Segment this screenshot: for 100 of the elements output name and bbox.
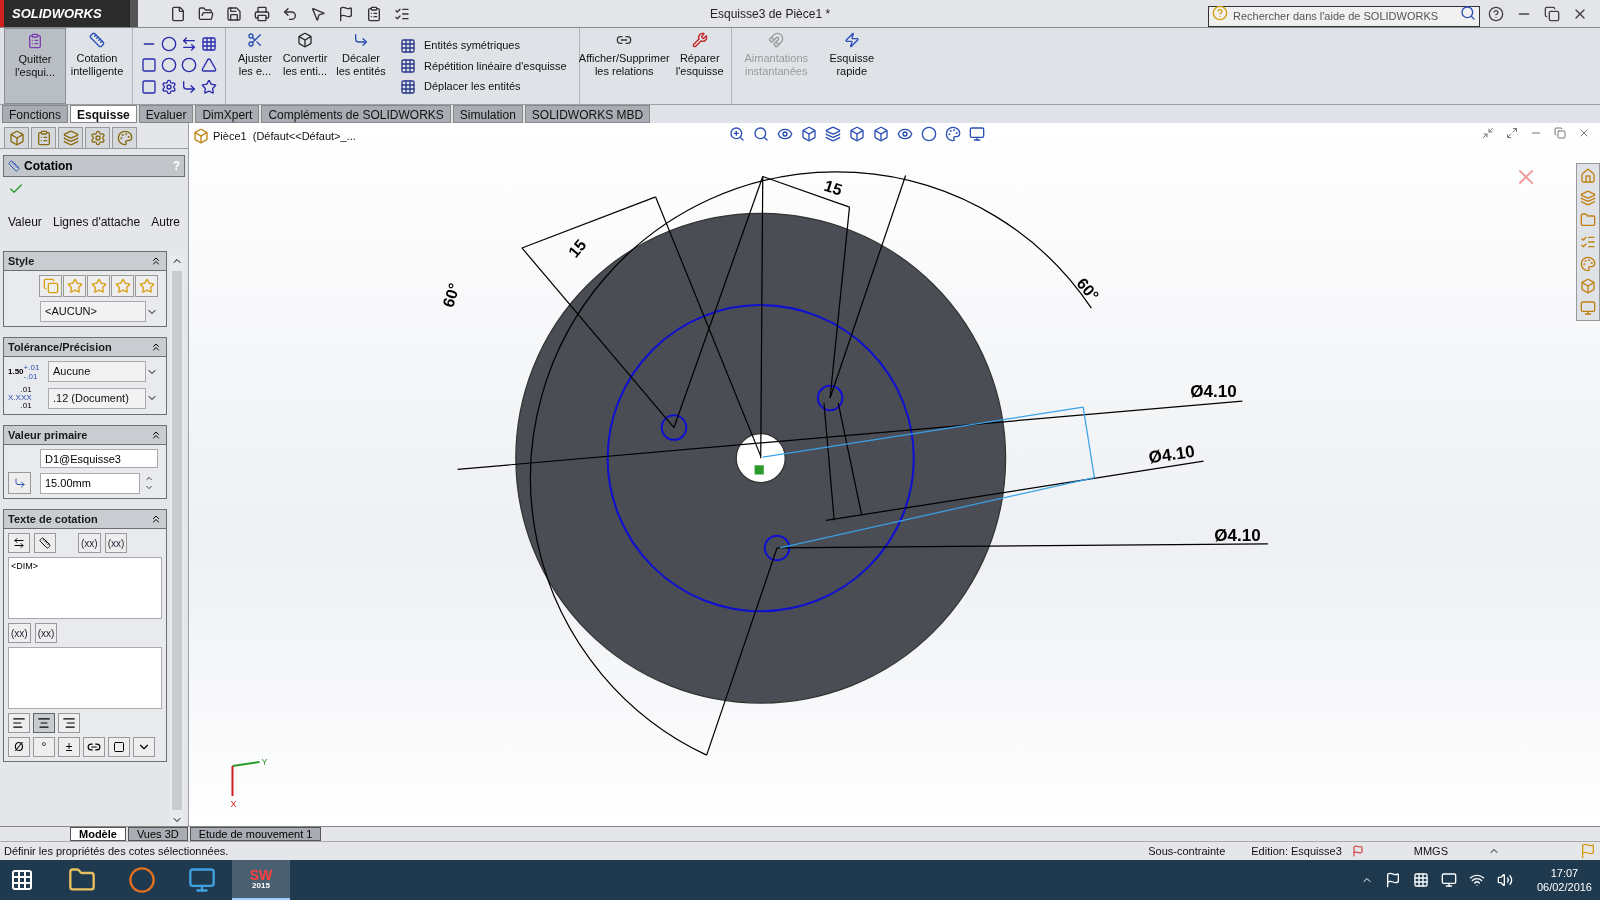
sketch-tool-icon[interactable] xyxy=(181,78,197,95)
command-tab[interactable]: Simulation xyxy=(452,105,523,123)
symbol-button[interactable]: ° xyxy=(33,737,55,757)
format-button[interactable]: (xx) xyxy=(8,623,31,643)
sketch-tool-icon[interactable] xyxy=(201,57,217,74)
panel-subtab[interactable]: Lignes d'attache xyxy=(53,213,141,231)
sketch-tool-icon[interactable] xyxy=(201,78,217,95)
view-tool-icon[interactable] xyxy=(753,126,769,142)
signal-icon[interactable] xyxy=(1468,872,1485,888)
toolbar-grip[interactable] xyxy=(130,0,138,27)
format-button[interactable]: (xx) xyxy=(78,533,101,553)
task-pane-icon[interactable] xyxy=(1580,234,1596,250)
quick-access-icon[interactable] xyxy=(338,5,354,22)
ribbon-command[interactable]: Convertir les enti... xyxy=(280,28,330,104)
task-pane-icon[interactable] xyxy=(1580,256,1596,272)
command-tab[interactable]: Compléments de SOLIDWORKS xyxy=(261,105,451,123)
model-tab[interactable]: Etude de mouvement 1 xyxy=(189,827,322,841)
part-icon[interactable] xyxy=(193,128,209,145)
tray-icon[interactable] xyxy=(1412,872,1429,888)
collapse-icon[interactable] xyxy=(150,341,162,353)
search-icon[interactable] xyxy=(1460,5,1476,21)
split-view-icon[interactable] xyxy=(1506,127,1518,139)
arrow-icon[interactable] xyxy=(13,477,26,489)
tray-icon[interactable] xyxy=(1440,872,1457,888)
ribbon-command[interactable]: Entités symétriques xyxy=(400,37,567,54)
linear-dimension[interactable]: 15 xyxy=(822,176,845,199)
close-icon[interactable] xyxy=(1578,127,1590,139)
sketch-tool-icon[interactable] xyxy=(181,36,197,52)
command-icon[interactable] xyxy=(297,32,313,48)
ribbon-command[interactable]: Déplacer les entités xyxy=(400,78,567,95)
panel-subtab[interactable]: Valeur xyxy=(8,213,42,231)
centerline-icon[interactable] xyxy=(83,737,105,757)
ribbon-command[interactable]: Répétition linéaire d'esquisse xyxy=(400,57,567,75)
ribbon-command[interactable]: Ajuster les e... xyxy=(230,28,280,104)
help-search-field[interactable]: Rechercher dans l'aide de SOLIDWORKS xyxy=(1208,5,1480,27)
collapse-icon[interactable] xyxy=(150,513,162,525)
quick-access-icon[interactable] xyxy=(198,5,214,22)
volume-icon[interactable] xyxy=(1496,872,1513,888)
command-icon[interactable] xyxy=(89,32,105,48)
format-button[interactable]: (xx) xyxy=(104,533,128,553)
split-view-icon[interactable] xyxy=(1482,127,1494,139)
symbol-button[interactable]: ± xyxy=(58,737,80,757)
collapse-icon[interactable] xyxy=(150,429,162,441)
spin-down-icon[interactable] xyxy=(143,483,155,492)
text-angle-icon[interactable] xyxy=(34,533,56,553)
align-left-icon[interactable] xyxy=(8,713,30,733)
quick-access-icon[interactable] xyxy=(170,5,186,22)
align-right-icon[interactable] xyxy=(58,713,80,733)
sketch-tool-icon[interactable] xyxy=(141,78,157,95)
quick-access-icon[interactable] xyxy=(310,5,326,22)
command-tab[interactable]: DimXpert xyxy=(195,105,260,123)
ribbon-command[interactable]: Quitter l'esqui... xyxy=(4,28,66,104)
flag-icon[interactable] xyxy=(1384,872,1401,888)
command-icon[interactable] xyxy=(247,32,263,48)
ribbon-command[interactable]: Afficher/Supprimer les relations xyxy=(578,28,669,104)
ribbon-command[interactable]: Réparer l'esquisse xyxy=(668,28,731,104)
more-symbols-icon[interactable] xyxy=(133,737,155,757)
restore-icon[interactable] xyxy=(1544,5,1560,22)
format-button[interactable]: (xx) xyxy=(34,623,58,643)
view-tool-icon[interactable] xyxy=(969,126,985,142)
model-tab[interactable]: Vues 3D xyxy=(127,827,188,841)
command-tab[interactable]: SOLIDWORKS MBD xyxy=(524,105,651,123)
spin-up-icon[interactable] xyxy=(143,474,155,483)
view-tool-icon[interactable] xyxy=(897,126,913,142)
sketch-tool-icon[interactable] xyxy=(201,36,217,52)
command-icon[interactable] xyxy=(843,32,860,48)
command-icon[interactable] xyxy=(400,78,416,95)
view-tool-icon[interactable] xyxy=(801,126,817,142)
ribbon-command[interactable]: Esquisse rapide xyxy=(820,28,883,104)
sketch-tool-icon[interactable] xyxy=(141,57,157,74)
view-tool-icon[interactable] xyxy=(921,126,937,142)
angle-dimension[interactable]: 60° xyxy=(439,281,464,310)
symbol-button[interactable]: Ø xyxy=(8,737,30,757)
task-pane-icon[interactable] xyxy=(1580,190,1596,206)
linear-dimension[interactable]: 15 xyxy=(565,236,590,261)
sketch-tool-icon[interactable] xyxy=(181,57,197,74)
rebuild-icon[interactable] xyxy=(1351,845,1364,857)
quick-access-icon[interactable] xyxy=(254,5,270,22)
panel-subtab[interactable]: Autre xyxy=(151,213,180,231)
text-position-icon[interactable] xyxy=(8,533,30,553)
command-tab[interactable]: Fonctions xyxy=(2,105,69,123)
command-icon[interactable] xyxy=(400,37,416,54)
feature-tree-item[interactable]: Pièce1 (Défaut<<Défaut>_... xyxy=(213,128,356,145)
scrollbar-thumb[interactable] xyxy=(172,271,182,810)
command-icon[interactable] xyxy=(400,58,416,74)
task-pane-icon[interactable] xyxy=(1580,278,1596,294)
taskbar-app[interactable]: SW 2015 xyxy=(232,860,290,900)
angle-dimension[interactable]: 60° xyxy=(1073,274,1102,305)
dimension-value-field[interactable]: 15.00mm xyxy=(40,472,140,494)
dimension-text-area[interactable]: <DIM> xyxy=(8,557,162,619)
command-icon[interactable] xyxy=(353,32,369,48)
task-pane-icon[interactable] xyxy=(1580,300,1596,316)
help-icon[interactable] xyxy=(1488,5,1504,22)
align-center-icon[interactable] xyxy=(33,713,55,733)
view-tool-icon[interactable] xyxy=(945,126,961,142)
quick-access-icon[interactable] xyxy=(282,5,298,22)
dimension-name-field[interactable]: D1@Esquisse3 xyxy=(40,449,158,468)
quick-access-icon[interactable] xyxy=(366,5,382,22)
view-tool-icon[interactable] xyxy=(729,126,745,142)
view-tool-icon[interactable] xyxy=(849,126,865,142)
